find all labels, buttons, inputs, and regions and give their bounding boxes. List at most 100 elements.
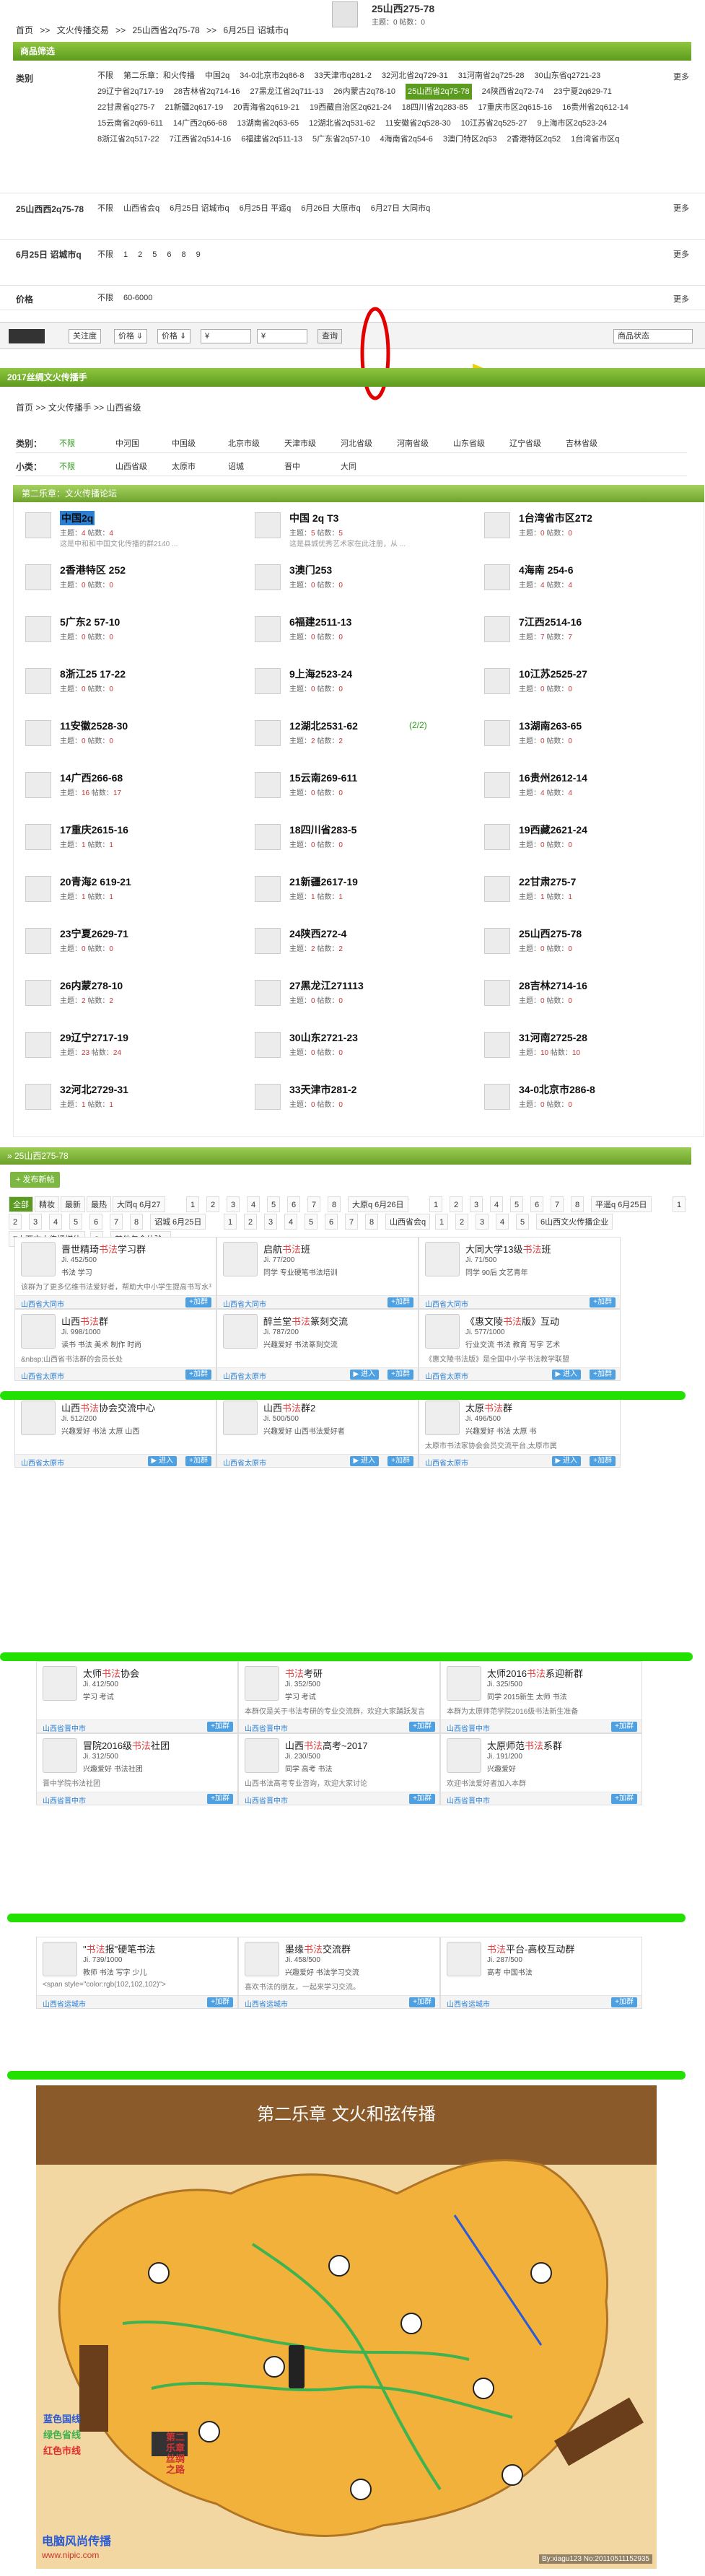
group-name[interactable]: 醉兰堂书法篆刻交流 (263, 1314, 348, 1328)
group-tag[interactable]: 1 (435, 1214, 449, 1230)
board-name[interactable]: 2香港特区 252 (60, 563, 126, 577)
group-tag[interactable]: 8 (328, 1196, 341, 1212)
group-card[interactable]: 墨缘书法交流群 Ji. 458/500 兴趣爱好 书法学习交流 喜欢书法的朋友，一起来… (238, 1937, 440, 2009)
group-tag[interactable]: 3 (470, 1196, 483, 1212)
filter-option[interactable]: 8浙江省2q517-22 (97, 131, 159, 147)
filter-option[interactable]: 23宁夏2q629-71 (553, 84, 612, 100)
filter-option[interactable]: 6月25日 平遥q (240, 201, 292, 216)
board-name[interactable]: 17重庆2615-16 (60, 823, 128, 837)
join-group-button[interactable]: +加群 (207, 1997, 233, 2007)
group-card[interactable]: 太原师范书法系群 Ji. 191/200 兴趣爱好 欢迎书法爱好者加入本群 山西省晋中市… (440, 1733, 642, 1805)
group-tag[interactable]: 诏城 6月25日 (150, 1214, 206, 1230)
forum-board[interactable]: 23宁夏2629-71 主题：0 帖数：0 (14, 921, 230, 965)
forum-board[interactable]: 2香港特区 252 主题：0 帖数：0 (14, 557, 230, 602)
filter-option[interactable]: 6 (167, 247, 171, 263)
group-tag[interactable]: 6 (287, 1196, 301, 1212)
group-name[interactable]: 太原师范书法系群 (487, 1738, 562, 1752)
group-tag[interactable]: 2 (450, 1196, 463, 1212)
join-group-button[interactable]: +加群 (207, 1722, 233, 1732)
filter-option[interactable]: 17重庆市区2q615-16 (478, 100, 552, 115)
forum-board[interactable]: 12湖北2531-62 主题：2 帖数：2 (2/2) (243, 713, 460, 758)
group-card[interactable]: 《惠文陵书法版》互动 Ji. 577/1000 行业交流 书法 教育 写字 艺术 《惠… (419, 1309, 621, 1381)
group-tag[interactable]: 4 (496, 1214, 509, 1230)
filter-option[interactable]: 9上海市区2q523-24 (538, 115, 608, 131)
group-name[interactable]: 太师2016书法系迎新群 (487, 1666, 583, 1680)
board-name[interactable]: 16贵州2612-14 (519, 771, 587, 785)
group-card[interactable]: 山西书法高考~2017 Ji. 230/500 同学 高考 书法 山西书法高考专业咨询… (238, 1733, 440, 1805)
group-name[interactable]: 书法考研 (285, 1666, 323, 1680)
group-tag[interactable]: 6 (89, 1214, 103, 1230)
forum-board[interactable]: 1台湾省市区2T2 主题：0 帖数：0 (473, 505, 689, 550)
group-tag[interactable]: 5 (516, 1214, 530, 1230)
forum-tab-option[interactable]: 不限 (59, 460, 75, 472)
enter-button[interactable]: ▶ 进入 (349, 1456, 379, 1466)
group-tag[interactable]: 1 (186, 1196, 200, 1212)
more-link[interactable]: 更多 (673, 248, 689, 260)
board-name[interactable]: 7江西2514-16 (519, 615, 582, 629)
status-select[interactable]: 商品状态 (613, 329, 693, 343)
board-name[interactable]: 中国2q (60, 511, 95, 525)
group-tag[interactable]: 3 (29, 1214, 43, 1230)
more-link[interactable]: 更多 (673, 293, 689, 305)
forum-board[interactable]: 22甘肃275-7 主题：1 帖数：1 (473, 869, 689, 914)
forum-board[interactable]: 19西藏2621-24 主题：0 帖数：0 (473, 817, 689, 862)
forum-board[interactable]: 10江苏2525-27 主题：0 帖数：0 (473, 661, 689, 706)
group-card[interactable]: 太师书法协会 Ji. 412/500 学习 考试 山西省晋中市 +加群 (36, 1661, 238, 1733)
board-name[interactable]: 19西藏2621-24 (519, 823, 587, 837)
forum-board[interactable]: 5广东2 57-10 主题：0 帖数：0 (14, 609, 230, 654)
filter-option[interactable]: 21新疆2q617-19 (165, 100, 224, 115)
forum-board[interactable]: 8浙江25 17-22 主题：0 帖数：0 (14, 661, 230, 706)
group-tag[interactable]: 2 (244, 1214, 258, 1230)
forum-tab-option[interactable]: 不限 (59, 437, 75, 449)
breadcrumb-home[interactable]: 首页 (16, 403, 33, 413)
join-group-button[interactable]: +加群 (590, 1370, 616, 1380)
board-name[interactable]: 34-0北京市286-8 (519, 1082, 595, 1097)
group-name[interactable]: 《惠文陵书法版》互动 (465, 1314, 559, 1328)
board-name[interactable]: 11安徽2528-30 (60, 719, 128, 733)
forum-board[interactable]: 13湖南263-65 主题：0 帖数：0 (473, 713, 689, 758)
group-tag[interactable]: 精妆 (35, 1196, 59, 1212)
group-card[interactable]: 太原书法群 Ji. 496/500 兴趣爱好 书法 太原 书太原市书法家协会会员交流… (419, 1396, 621, 1468)
board-name[interactable]: 24陕西272-4 (289, 926, 346, 941)
forum-tab-option[interactable]: 天津市级 (284, 437, 316, 449)
breadcrumb-home[interactable]: 首页 (16, 25, 33, 35)
group-card[interactable]: 醉兰堂书法篆刻交流 Ji. 787/200 兴趣爱好 书法篆刻交流 山西省太原市 ▶ 进… (216, 1309, 419, 1381)
group-tag[interactable]: 6 (325, 1214, 338, 1230)
filter-option[interactable]: 不限 (97, 68, 113, 84)
forum-tab-option[interactable]: 北京市级 (228, 437, 260, 449)
filter-option[interactable]: 第二乐章：和火传播 (123, 68, 195, 84)
breadcrumb-item[interactable]: 25山西省2q75-78 (132, 25, 199, 35)
group-tag[interactable]: 4 (284, 1214, 298, 1230)
group-name[interactable]: 大同大学13级书法班 (465, 1242, 551, 1256)
enter-button[interactable]: ▶ 进入 (147, 1456, 177, 1466)
group-tag[interactable]: 5 (69, 1214, 83, 1230)
board-name[interactable]: 30山东2721-23 (289, 1030, 358, 1045)
filter-option[interactable]: 18四川省2q283-85 (402, 100, 468, 115)
board-name[interactable]: 29辽宁2717-19 (60, 1030, 128, 1045)
board-name[interactable]: 6福建2511-13 (289, 615, 351, 629)
filter-option[interactable]: 2香港特区2q52 (507, 131, 561, 147)
board-name[interactable]: 8浙江25 17-22 (60, 667, 126, 681)
group-tag[interactable]: 5 (510, 1196, 524, 1212)
group-card[interactable]: 晋世精琦书法学习群 Ji. 452/500 书法 学习 该群为了更多亿维书法爱好者，帮… (14, 1237, 216, 1309)
forum-board[interactable]: 21新疆2617-19 主题：1 帖数：1 (243, 869, 460, 914)
join-group-button[interactable]: +加群 (185, 1456, 211, 1466)
group-name[interactable]: 晋世精琦书法学习群 (61, 1242, 146, 1256)
filter-option[interactable]: 19西藏自治区2q621-24 (310, 100, 392, 115)
board-name[interactable]: 4海南 254-6 (519, 563, 573, 577)
board-name[interactable]: 15云南269-611 (289, 771, 357, 785)
board-name[interactable]: 9上海2523-24 (289, 667, 352, 681)
group-card[interactable]: 太师2016书法系迎新群 Ji. 325/500 同学 2015新生 太师 书法 本群… (440, 1661, 642, 1733)
filter-option[interactable]: 1台湾省市区q (571, 131, 619, 147)
board-name[interactable]: 21新疆2617-19 (289, 875, 358, 889)
forum-tab-option[interactable]: 中河国 (115, 437, 139, 449)
group-name[interactable]: "书法报"硬笔书法 (83, 1942, 155, 1955)
group-tag[interactable]: 2 (9, 1214, 22, 1230)
group-card[interactable]: 启航书法班 Ji. 77/200 同学 专业硬笔书法培训 山西省大同市 +加群 (216, 1237, 419, 1309)
more-link[interactable]: 更多 (673, 71, 689, 82)
group-tag[interactable]: 1 (224, 1214, 237, 1230)
filter-option[interactable]: 6福建省2q511-13 (241, 131, 302, 147)
group-tag[interactable]: 3 (264, 1214, 278, 1230)
forum-board[interactable]: 6福建2511-13 主题：0 帖数：0 (243, 609, 460, 654)
filter-option[interactable]: 28吉林省2q714-16 (174, 84, 240, 100)
